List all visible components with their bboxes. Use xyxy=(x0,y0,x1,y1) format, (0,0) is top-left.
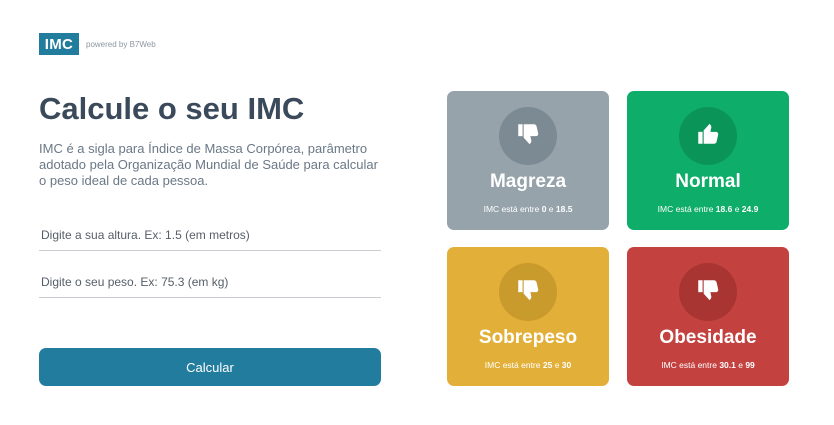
level-card-magreza: Magreza IMC está entre 0 e 18.5 xyxy=(447,91,609,230)
level-card-normal: Normal IMC está entre 18.6 e 24.9 xyxy=(627,91,789,230)
imc-logo: IMC xyxy=(39,33,79,55)
header: IMC powered by B7Web xyxy=(39,33,156,55)
card-title: Sobrepeso xyxy=(478,327,578,348)
card-icon-wrap xyxy=(679,107,737,165)
page-title: Calcule o seu IMC xyxy=(39,91,305,126)
thumbs-up-icon xyxy=(695,121,721,152)
height-input[interactable] xyxy=(39,220,381,251)
card-title: Obesidade xyxy=(659,327,757,348)
thumbs-down-icon xyxy=(695,277,721,308)
card-range: IMC está entre 0 e 18.5 xyxy=(483,204,573,214)
card-range: IMC está entre 25 e 30 xyxy=(484,360,572,370)
card-icon-wrap xyxy=(499,263,557,321)
imc-levels-grid: Magreza IMC está entre 0 e 18.5 Normal I… xyxy=(447,91,789,387)
powered-by-text: powered by B7Web xyxy=(86,39,156,49)
weight-input[interactable] xyxy=(39,267,381,298)
page-description: IMC é a sigla para Índice de Massa Corpó… xyxy=(39,141,378,188)
thumbs-down-icon xyxy=(515,121,541,152)
card-icon-wrap xyxy=(499,107,557,165)
calculate-button[interactable]: Calcular xyxy=(39,348,381,386)
card-title: Magreza xyxy=(489,171,567,192)
card-icon-wrap xyxy=(679,263,737,321)
card-range: IMC está entre 18.6 e 24.9 xyxy=(657,204,759,214)
card-title: Normal xyxy=(675,171,741,192)
thumbs-down-icon xyxy=(515,277,541,308)
level-card-sobrepeso: Sobrepeso IMC está entre 25 e 30 xyxy=(447,247,609,386)
left-panel: Calcule o seu IMC IMC é a sigla para Índ… xyxy=(39,92,381,189)
card-range: IMC está entre 30.1 e 99 xyxy=(661,360,755,370)
level-card-obesidade: Obesidade IMC está entre 30.1 e 99 xyxy=(627,247,789,386)
